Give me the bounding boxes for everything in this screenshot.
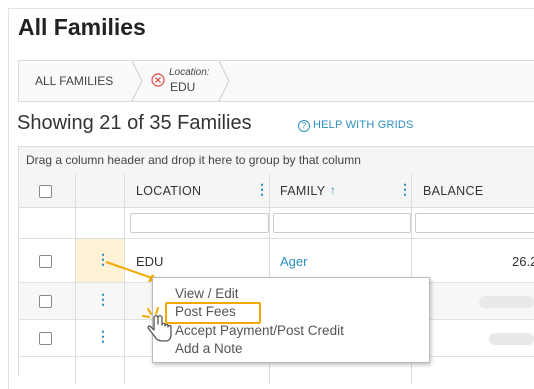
page-title: All Families	[18, 14, 146, 40]
row-family-link[interactable]: Ager	[280, 254, 307, 269]
hand-cursor-icon	[142, 307, 172, 342]
filter-row	[19, 208, 534, 239]
group-by-drop-zone[interactable]: Drag a column header and drop it here to…	[19, 146, 534, 175]
help-icon: ?	[298, 120, 310, 132]
breadcrumb: ALL FAMILIES Location: EDU	[18, 60, 534, 102]
blurred-balance	[489, 333, 534, 345]
sort-ascending-icon: ↑	[330, 183, 336, 197]
menu-item-view-edit[interactable]: View / Edit	[175, 286, 239, 301]
remove-filter-icon[interactable]	[151, 73, 165, 87]
menu-item-add-note[interactable]: Add a Note	[175, 341, 243, 356]
breadcrumb-separator-icon	[131, 61, 143, 101]
help-link-label: HELP WITH GRIDS	[313, 119, 414, 131]
breadcrumb-filter-value: EDU	[170, 80, 196, 94]
balance-filter-input[interactable]	[415, 213, 534, 233]
row-checkbox[interactable]	[39, 255, 52, 268]
grid-header: LOCATION ⋮ FAMILY ↑ ⋮ BALANCE	[19, 174, 534, 208]
row-checkbox[interactable]	[39, 332, 52, 345]
menu-item-accept-payment[interactable]: Accept Payment/Post Credit	[175, 323, 344, 338]
row-balance: 26.25	[512, 254, 534, 269]
row-actions-menu-icon[interactable]: ⋮	[96, 328, 110, 345]
breadcrumb-filter-label: Location:	[169, 67, 210, 78]
location-filter-input[interactable]	[130, 213, 269, 233]
column-header-family[interactable]: FAMILY	[280, 184, 325, 198]
row-checkbox[interactable]	[39, 295, 52, 308]
column-header-balance[interactable]: BALANCE	[423, 184, 483, 198]
blurred-balance	[479, 296, 534, 308]
column-divider	[75, 174, 76, 384]
row-actions-menu-icon[interactable]: ⋮	[96, 291, 110, 308]
help-with-grids-link[interactable]: ? HELP WITH GRIDS	[298, 119, 414, 132]
column-header-location[interactable]: LOCATION	[136, 184, 201, 198]
select-all-checkbox[interactable]	[39, 185, 52, 198]
location-column-menu-icon[interactable]: ⋮	[255, 181, 269, 198]
family-filter-input[interactable]	[273, 213, 411, 233]
showing-count: Showing 21 of 35 Families	[17, 112, 252, 134]
family-column-menu-icon[interactable]: ⋮	[398, 181, 412, 198]
group-by-hint: Drag a column header and drop it here to…	[26, 153, 361, 167]
post-fees-highlight	[165, 302, 261, 324]
breadcrumb-separator-icon	[218, 61, 230, 101]
breadcrumb-all-families[interactable]: ALL FAMILIES	[35, 74, 113, 88]
